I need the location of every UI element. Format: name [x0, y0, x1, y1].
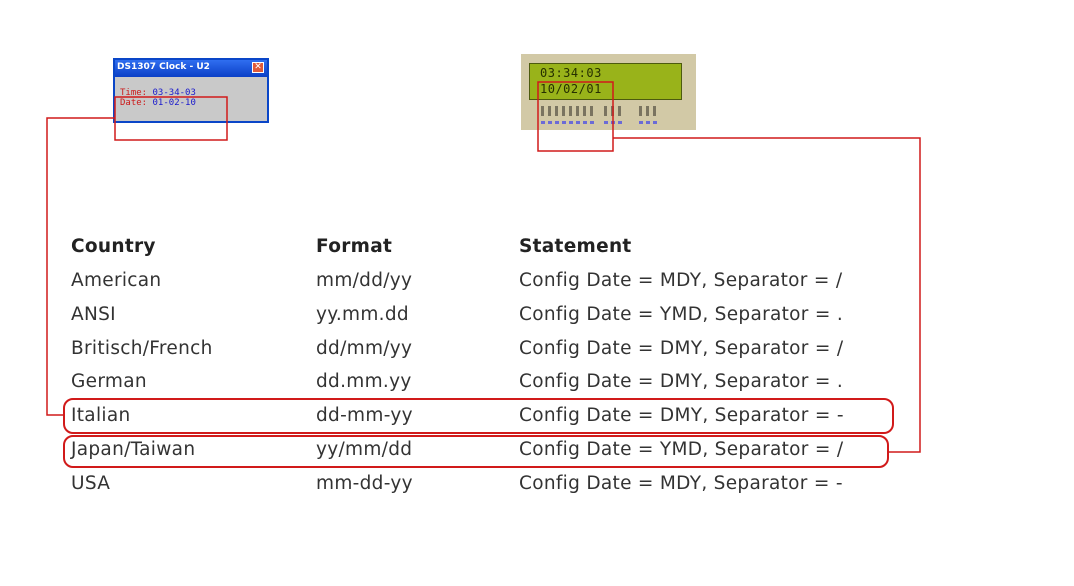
annotation-layer — [46, 81, 921, 468]
lcd-date-highlight — [537, 81, 614, 152]
ds1307-date-highlight — [114, 96, 228, 141]
connector-lcd-to-japan — [613, 137, 921, 453]
connector-ds1307-to-italian — [46, 117, 115, 416]
japan-row-highlight — [63, 435, 889, 468]
italian-row-highlight — [63, 398, 894, 434]
